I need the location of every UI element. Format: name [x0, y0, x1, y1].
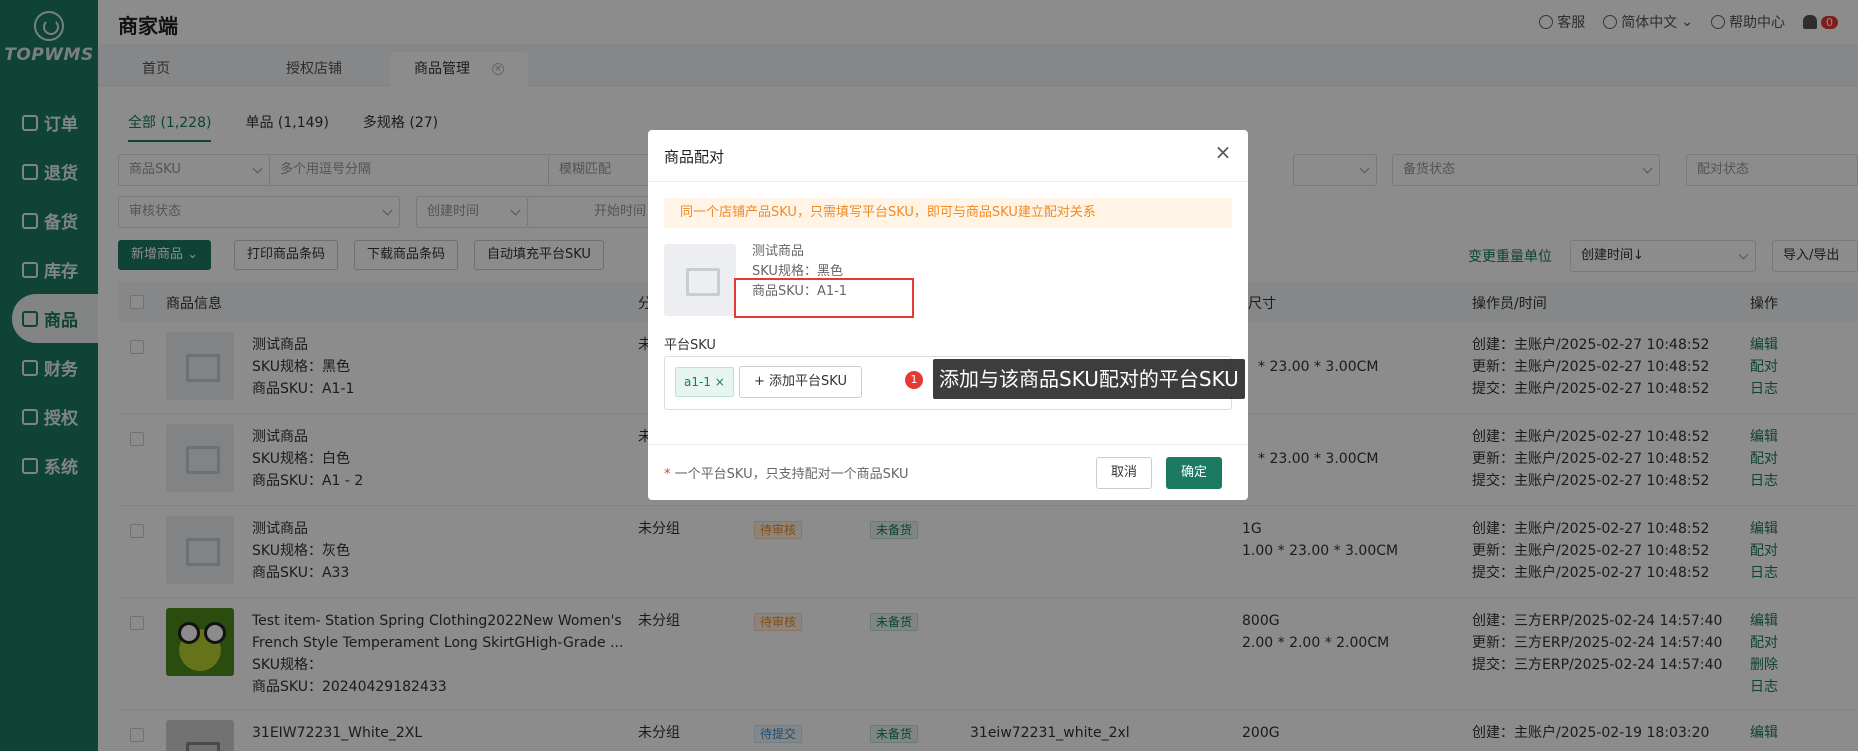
remove-tag-icon[interactable]: ×: [715, 375, 725, 389]
footer-note: * 一个平台SKU，只支持配对一个商品SKU: [664, 463, 909, 482]
platform-sku-field[interactable]: a1-1 × + 添加平台SKU 1 添加与该商品SKU配对的平台SKU: [664, 356, 1245, 410]
tag-label: a1-1: [684, 375, 711, 389]
pairing-notice: 同一个店铺产品SKU，只需填写平台SKU，即可与商品SKU建立配对关系: [664, 198, 1232, 228]
product-pairing-dialog: 商品配对 × 同一个店铺产品SKU，只需填写平台SKU，即可与商品SKU建立配对…: [648, 130, 1248, 500]
dialog-header: 商品配对 ×: [648, 130, 1248, 182]
confirm-button[interactable]: 确定: [1166, 457, 1223, 489]
dialog-title: 商品配对: [664, 148, 725, 166]
platform-sku-tag[interactable]: a1-1 ×: [675, 367, 734, 397]
platform-sku-label: 平台SKU: [664, 338, 716, 353]
required-mark-icon: *: [664, 467, 675, 482]
footer-note-text: 一个平台SKU，只支持配对一个商品SKU: [674, 467, 909, 482]
step-number-badge: 1: [905, 371, 923, 389]
product-name: 测试商品: [752, 244, 805, 259]
product-image-placeholder: [664, 244, 736, 316]
dialog-footer: * 一个平台SKU，只支持配对一个商品SKU 取消 确定: [648, 444, 1248, 500]
cancel-button[interactable]: 取消: [1096, 457, 1153, 489]
guide-tooltip: 添加与该商品SKU配对的平台SKU: [933, 359, 1245, 399]
close-icon[interactable]: ×: [1214, 142, 1232, 162]
add-platform-sku-button[interactable]: + 添加平台SKU: [739, 366, 862, 398]
highlight-box: [734, 278, 914, 318]
